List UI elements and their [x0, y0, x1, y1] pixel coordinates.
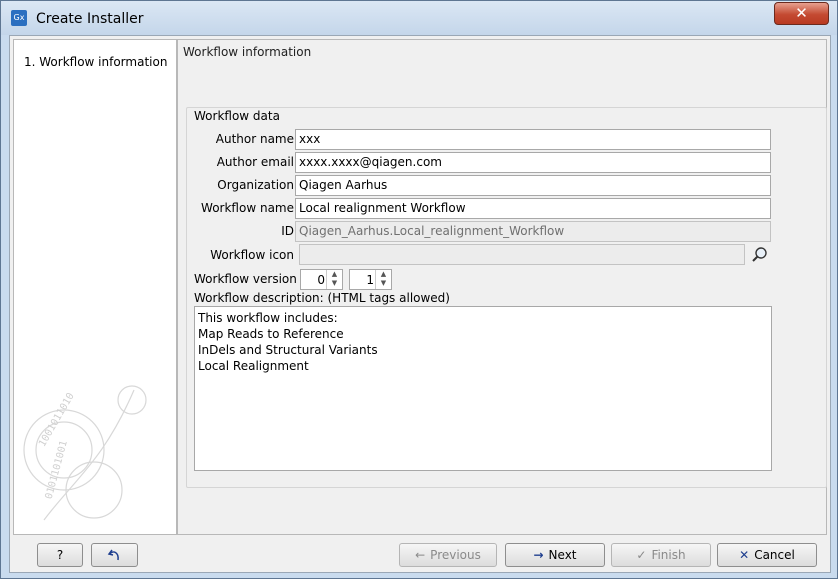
description-line: This workflow includes: — [198, 311, 338, 325]
decorative-swirl-icon: 1001011010 0101101001 — [23, 385, 147, 521]
workflow-information-panel: Workflow information Workflow data Autho… — [177, 39, 827, 535]
workflow-version-label: Workflow version — [194, 272, 297, 286]
arrow-right-icon: → — [533, 548, 544, 562]
reset-button[interactable] — [91, 543, 138, 567]
previous-button[interactable]: ← Previous — [399, 543, 497, 567]
cancel-button[interactable]: ✕ Cancel — [717, 543, 817, 567]
dialog-body: 1. Workflow information 1001011010 01011… — [9, 35, 831, 573]
close-button[interactable]: ✕ — [774, 2, 829, 25]
checkmark-icon: ✓ — [636, 548, 647, 562]
finish-button[interactable]: ✓ Finish — [611, 543, 711, 567]
author-name-label: Author name — [215, 132, 294, 146]
app-icon: Gx — [11, 10, 27, 26]
workflow-description-field[interactable]: This workflow includes: Map Reads to Ref… — [194, 306, 772, 471]
major-version-stepper[interactable]: 0 ▲ ▼ — [300, 269, 343, 290]
organization-field[interactable]: Qiagen Aarhus — [295, 175, 771, 196]
organization-label: Organization — [217, 178, 294, 192]
svg-text:1001011010: 1001011010 — [37, 391, 77, 449]
step-item-workflow-information[interactable]: 1. Workflow information — [24, 55, 167, 69]
author-email-label: Author email — [216, 155, 294, 169]
installer-window: Gx Create Installer ✕ 1. Workflow inform… — [0, 0, 838, 579]
steps-sidebar: 1. Workflow information 1001011010 01011… — [13, 39, 177, 535]
next-button[interactable]: → Next — [505, 543, 605, 567]
description-line: Local Realignment — [198, 359, 309, 373]
chevron-up-icon[interactable]: ▲ — [376, 270, 391, 279]
author-name-field[interactable]: xxx — [295, 129, 771, 150]
workflow-name-label: Workflow name — [201, 201, 294, 215]
description-line: Map Reads to Reference — [198, 327, 344, 341]
workflow-icon-field — [299, 244, 745, 265]
chevron-down-icon[interactable]: ▼ — [376, 279, 391, 288]
workflow-description-label: Workflow description: (HTML tags allowed… — [194, 291, 450, 305]
help-button[interactable]: ? — [37, 543, 83, 567]
workflow-name-field[interactable]: Local realignment Workflow — [295, 198, 771, 219]
panel-title: Workflow information — [183, 45, 312, 59]
major-version-value: 0 — [317, 273, 325, 287]
author-email-field[interactable]: xxxx.xxxx@qiagen.com — [295, 152, 771, 173]
description-line: InDels and Structural Variants — [198, 343, 378, 357]
arrow-left-icon: ← — [415, 548, 426, 562]
chevron-up-icon[interactable]: ▲ — [327, 270, 342, 279]
id-field: Qiagen_Aarhus.Local_realignment_Workflow — [295, 221, 771, 242]
minor-version-value: 1 — [366, 273, 374, 287]
undo-icon — [107, 549, 119, 561]
close-icon: ✕ — [739, 548, 750, 562]
chevron-down-icon[interactable]: ▼ — [327, 279, 342, 288]
search-icon[interactable] — [751, 246, 769, 264]
id-label: ID — [281, 224, 294, 238]
workflow-icon-label: Workflow icon — [210, 248, 294, 262]
window-title: Create Installer — [36, 11, 144, 27]
group-label: Workflow data — [194, 109, 280, 123]
minor-version-stepper[interactable]: 1 ▲ ▼ — [349, 269, 392, 290]
title-bar: Gx Create Installer ✕ — [1, 1, 837, 35]
